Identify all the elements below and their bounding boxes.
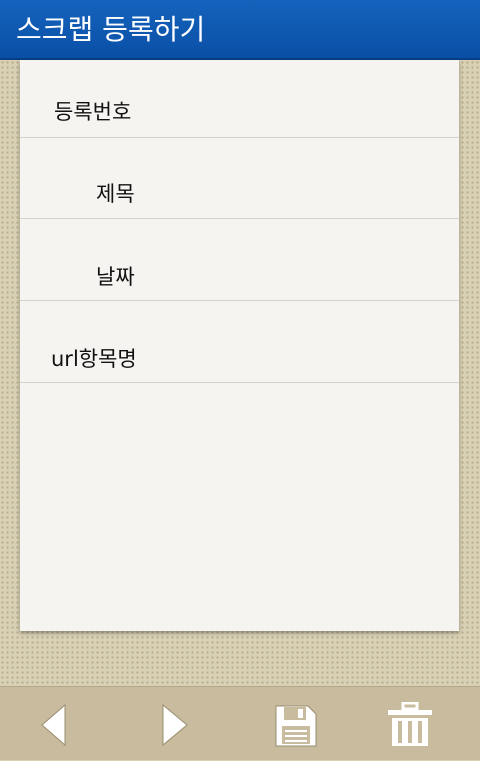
save-button[interactable] [256, 687, 336, 761]
field-title[interactable]: 제목 [20, 138, 459, 219]
prev-arrow-icon [41, 703, 66, 747]
previous-button[interactable] [13, 687, 93, 761]
bottom-toolbar [0, 686, 480, 760]
field-label: url항목명 [51, 347, 137, 371]
next-button[interactable] [136, 687, 216, 761]
page-title: 스크랩 등록하기 [16, 13, 206, 46]
title-bar: 스크랩 등록하기 [0, 0, 480, 60]
field-registration-number[interactable]: 등록번호 [20, 60, 459, 138]
field-label: 제목 [96, 182, 135, 206]
field-url-item-name[interactable]: url항목명 [20, 301, 459, 383]
field-label: 등록번호 [54, 100, 132, 124]
scrap-form: 등록번호 제목 날짜 url항목명 [20, 60, 459, 631]
next-arrow-icon [162, 703, 188, 747]
delete-button[interactable] [370, 687, 450, 761]
save-icon [275, 705, 317, 747]
trash-icon [388, 702, 432, 746]
field-label: 날짜 [96, 265, 135, 289]
field-date[interactable]: 날짜 [20, 219, 459, 301]
